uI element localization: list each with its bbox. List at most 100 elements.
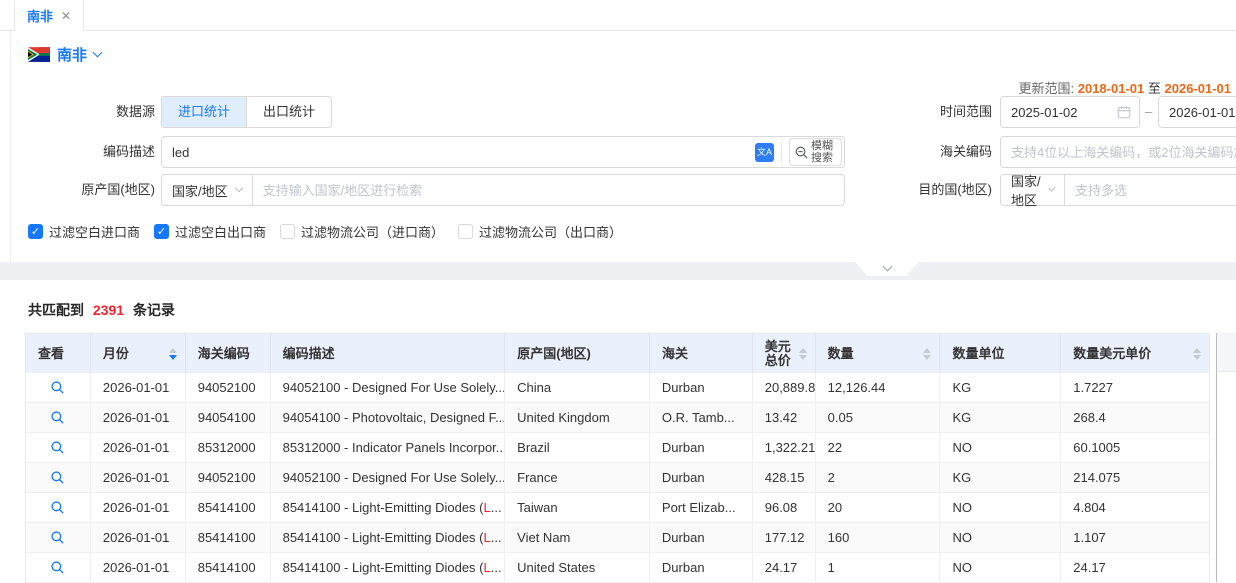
- cell-unit_price: 1.107: [1061, 523, 1209, 552]
- translate-icon[interactable]: 文A: [755, 143, 774, 162]
- filter-checkbox-0[interactable]: ✓ 过滤空白进口商: [28, 222, 140, 241]
- origin-type-select[interactable]: 国家/地区: [161, 174, 253, 206]
- fixed-right-column-header: [1217, 333, 1236, 372]
- date-end-field[interactable]: [1158, 96, 1236, 128]
- search-minus-icon: [794, 145, 809, 160]
- table-body: 2026-01-019405210094052100 - Designed Fo…: [26, 373, 1209, 583]
- column-label: 海关编码: [198, 347, 262, 361]
- sort-icon[interactable]: [1193, 348, 1201, 360]
- cell-usd: 428.15: [753, 463, 816, 492]
- dest-field: 国家/地区: [1000, 174, 1236, 206]
- column-header-usd[interactable]: 美元总价: [753, 334, 816, 373]
- date-separator: –: [1145, 96, 1152, 128]
- cell-origin: Taiwan: [505, 493, 650, 522]
- fuzzy-search-button[interactable]: 模糊搜索: [789, 138, 842, 166]
- cell-hs: 85414100: [186, 493, 271, 522]
- cell-unit: NO: [940, 493, 1061, 522]
- filter-checkbox-3[interactable]: 过滤物流公司（出口商）: [458, 222, 622, 241]
- checkbox-checked-icon[interactable]: ✓: [154, 224, 169, 239]
- hs-code-label: 海关编码: [860, 136, 992, 168]
- sort-icon[interactable]: [799, 348, 807, 360]
- checkbox-unchecked-icon[interactable]: [280, 224, 295, 239]
- cell-qty: 2: [816, 463, 941, 492]
- hs-code-field[interactable]: [1000, 136, 1236, 168]
- country-selector[interactable]: 南非: [28, 44, 101, 65]
- result-summary: 共匹配到 2391 条记录: [28, 300, 175, 320]
- filter-checkbox-row: ✓ 过滤空白进口商 ✓过滤空白出口商过滤物流公司（进口商） 过滤物流公司（出口商）: [28, 222, 622, 241]
- results-table: 查看月份海关编码编码描述原产国(地区)海关美元总价数量数量单位数量美元单价 20…: [25, 333, 1210, 583]
- code-desc-field[interactable]: 文A 模糊搜索: [161, 136, 845, 168]
- sort-icon[interactable]: [923, 348, 931, 360]
- column-header-month[interactable]: 月份: [91, 334, 186, 373]
- filter-checkbox-1[interactable]: ✓过滤空白出口商: [154, 222, 266, 241]
- close-icon[interactable]: ✕: [61, 9, 71, 23]
- table-row: 2026-01-019405210094052100 - Designed Fo…: [26, 373, 1209, 403]
- tab-import-stats[interactable]: 进口统计: [162, 97, 246, 127]
- collapse-strip: [0, 262, 1236, 280]
- cell-unit_price: 268.4: [1061, 403, 1209, 432]
- checkbox-label: 过滤空白进口商: [49, 222, 140, 241]
- checkbox-unchecked-icon[interactable]: [458, 224, 473, 239]
- origin-field: 国家/地区: [161, 174, 845, 206]
- column-header-qty[interactable]: 数量: [816, 334, 941, 373]
- dest-search-input[interactable]: [1065, 174, 1236, 206]
- search-highlight: L: [483, 530, 490, 545]
- date-start-field[interactable]: [1000, 96, 1140, 128]
- sort-icon[interactable]: [169, 348, 177, 360]
- app-window: 南非 ✕ 南非 更新范围: 2018-01-01 至 2026-01-01 数据…: [0, 0, 1236, 583]
- table-row: 2026-01-018531200085312000 - Indicator P…: [26, 433, 1209, 463]
- column-label: 数量单位: [952, 347, 1052, 361]
- view-button[interactable]: [26, 433, 91, 462]
- chevron-down-icon: [1049, 185, 1056, 192]
- origin-search-input[interactable]: [253, 174, 845, 206]
- column-header-hs: 海关编码: [186, 334, 271, 373]
- cell-usd: 20,889.84: [753, 373, 816, 402]
- cell-month: 2026-01-01: [91, 553, 186, 582]
- results-panel: 共匹配到 2391 条记录 查看月份海关编码编码描述原产国(地区)海关美元总价数…: [0, 280, 1236, 583]
- cell-origin: Brazil: [505, 433, 650, 462]
- column-label: 月份: [103, 347, 165, 361]
- chevron-down-icon[interactable]: [93, 48, 103, 58]
- cell-qty: 160: [816, 523, 941, 552]
- view-button[interactable]: [26, 373, 91, 402]
- search-highlight: L: [483, 560, 490, 575]
- cell-month: 2026-01-01: [91, 403, 186, 432]
- column-header-customs: 海关: [650, 334, 753, 373]
- south-africa-flag-icon: [28, 47, 50, 62]
- tab-export-stats[interactable]: 出口统计: [246, 97, 331, 127]
- dest-type-select[interactable]: 国家/地区: [1000, 174, 1065, 206]
- cell-hs: 85414100: [186, 523, 271, 552]
- cell-unit: NO: [940, 433, 1061, 462]
- cell-month: 2026-01-01: [91, 493, 186, 522]
- cell-hs: 85312000: [186, 433, 271, 462]
- date-end-input[interactable]: [1169, 105, 1236, 120]
- calendar-icon: [1117, 105, 1131, 119]
- dest-type-value: 国家/地区: [1011, 171, 1042, 209]
- cell-unit_price: 214.075: [1061, 463, 1209, 492]
- collapse-panel-button[interactable]: [855, 262, 919, 276]
- cell-month: 2026-01-01: [91, 463, 186, 492]
- hs-code-input[interactable]: [1011, 145, 1236, 160]
- cell-hs: 94052100: [186, 463, 271, 492]
- view-button[interactable]: [26, 463, 91, 492]
- cell-usd: 24.17: [753, 553, 816, 582]
- column-header-unit_price[interactable]: 数量美元单价: [1061, 334, 1209, 373]
- cell-customs: Durban: [650, 523, 753, 552]
- cell-month: 2026-01-01: [91, 523, 186, 552]
- search-icon: [50, 410, 65, 425]
- view-button[interactable]: [26, 493, 91, 522]
- date-start-input[interactable]: [1011, 105, 1101, 120]
- cell-origin: United States: [505, 553, 650, 582]
- tab-south-africa[interactable]: 南非 ✕: [14, 0, 84, 31]
- view-button[interactable]: [26, 553, 91, 582]
- code-desc-input[interactable]: [162, 138, 755, 166]
- search-icon: [50, 470, 65, 485]
- view-button[interactable]: [26, 403, 91, 432]
- column-header-origin: 原产国(地区): [505, 334, 650, 373]
- filter-checkbox-2[interactable]: 过滤物流公司（进口商）: [280, 222, 444, 241]
- view-button[interactable]: [26, 523, 91, 552]
- checkbox-checked-icon[interactable]: ✓: [28, 224, 43, 239]
- cell-usd: 13.42: [753, 403, 816, 432]
- column-label: 美元总价: [765, 340, 795, 368]
- cell-usd: 1,322.21: [753, 433, 816, 462]
